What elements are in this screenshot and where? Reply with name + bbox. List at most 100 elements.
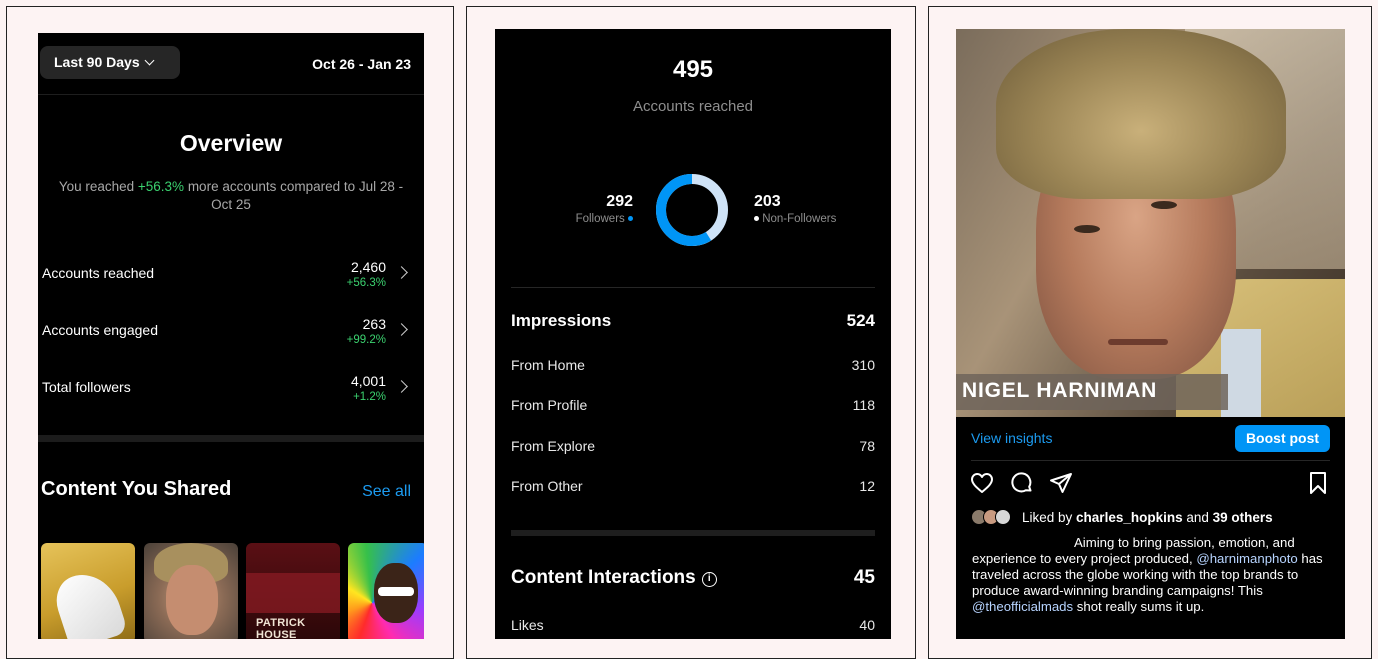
liked-by-avatars [971, 509, 1019, 527]
metric-accounts-reached[interactable]: Accounts reached 2,460 +56.3% [40, 259, 410, 293]
mouth-shape [1108, 339, 1168, 345]
source-value: 118 [852, 397, 875, 413]
overview-description: You reached +56.3% more accounts compare… [58, 178, 404, 214]
source-label: From Other [511, 478, 583, 494]
content-interactions-label: Content Interactions [511, 567, 696, 588]
liked-by-text[interactable]: Liked by charles_hopkins and 39 others [1022, 510, 1273, 525]
chevron-right-icon [395, 266, 408, 279]
content-interactions-value: 45 [853, 567, 875, 588]
impression-source-row: From Profile 118 [511, 397, 875, 419]
post-photo[interactable]: NIGEL HARNIMAN [956, 29, 1345, 417]
date-range-dropdown[interactable]: Last 90 Days [40, 46, 180, 79]
impression-source-row: From Other 12 [511, 478, 875, 500]
impression-source-row: From Home 310 [511, 357, 875, 379]
hair-shape [996, 29, 1286, 199]
content-thumbnail-sneaker[interactable] [41, 543, 135, 639]
metric-total-followers[interactable]: Total followers 4,001 +1.2% [40, 373, 410, 407]
liked-mid: and [1182, 510, 1213, 525]
metric-change: +1.2% [353, 391, 386, 403]
metric-change: +99.2% [346, 334, 386, 346]
metric-accounts-engaged[interactable]: Accounts engaged 263 +99.2% [40, 316, 410, 350]
chevron-right-icon [395, 380, 408, 393]
divider [511, 287, 875, 288]
section-divider [38, 435, 424, 442]
divider [38, 94, 424, 95]
content-interactions-row: Content Interactions i 45 [511, 567, 875, 593]
non-followers-value: 203 [754, 193, 781, 210]
desc-after: more accounts compared to Jul 28 - Oct 2… [184, 179, 404, 212]
metric-value: 263 [362, 316, 386, 332]
non-followers-dot-icon [754, 216, 759, 222]
liked-user[interactable]: charles_hopkins [1076, 510, 1183, 525]
sneaker-shape [49, 565, 129, 639]
overview-screen: Last 90 Days Oct 26 - Jan 23 Overview Yo… [38, 33, 424, 639]
followers-label: Followers [575, 213, 625, 225]
metric-label: Total followers [42, 379, 131, 395]
content-thumbnail-portrait[interactable] [144, 543, 238, 639]
reach-detail-panel: 495 Accounts reached 292 Followers 203 N… [466, 6, 916, 659]
comment-icon[interactable] [1010, 471, 1034, 495]
chevron-down-icon [144, 55, 155, 66]
metric-value: 2,460 [350, 259, 386, 275]
section-divider [511, 530, 875, 536]
likes-value: 40 [859, 617, 875, 633]
non-followers-legend: Non-Followers [754, 213, 836, 225]
metric-label: Accounts reached [42, 265, 155, 281]
metric-label: Accounts engaged [42, 322, 158, 338]
impressions-row: Impressions 524 [511, 311, 875, 333]
see-all-link[interactable]: See all [362, 483, 411, 501]
source-label: From Explore [511, 438, 596, 454]
mention-link[interactable]: @theofficialmads [972, 599, 1073, 614]
desc-before: You reached [58, 179, 138, 194]
name-overlay: NIGEL HARNIMAN [962, 379, 1158, 402]
accounts-reached-label: Accounts reached [632, 98, 754, 115]
reach-screen: 495 Accounts reached 292 Followers 203 N… [495, 29, 891, 639]
eye-shape [1074, 225, 1100, 233]
liked-others[interactable]: 39 others [1213, 510, 1273, 525]
face-shape [166, 565, 218, 635]
post-caption: Aiming to bring passion, emotion, and ex… [972, 535, 1331, 615]
content-you-shared-title: Content You Shared [41, 478, 232, 500]
content-interactions-heading: Content Interactions i [511, 567, 717, 589]
impressions-label: Impressions [511, 311, 612, 330]
metric-value: 4,001 [350, 373, 386, 389]
source-value: 310 [851, 357, 875, 373]
content-thumbnail-patrick-house[interactable]: PATRICK HOUSE [246, 543, 340, 639]
date-range-text: Oct 26 - Jan 23 [312, 56, 411, 72]
followers-donut-chart [656, 174, 728, 246]
caption-part-3: shot really sums it up. [1073, 599, 1205, 614]
info-icon[interactable]: i [701, 572, 717, 587]
likes-label: Likes [511, 617, 544, 633]
heart-icon[interactable] [970, 471, 994, 495]
liked-prefix: Liked by [1022, 510, 1077, 525]
post-panel: NIGEL HARNIMAN View insights Boost post … [928, 6, 1372, 659]
mention-link[interactable]: @harnimanphoto [1196, 551, 1297, 566]
likes-row: Likes 40 [511, 617, 875, 639]
followers-dot-icon [628, 216, 633, 222]
insights-overview-panel: Last 90 Days Oct 26 - Jan 23 Overview Yo… [6, 6, 454, 659]
bookmark-icon[interactable] [1306, 471, 1330, 495]
content-thumbnail-colorful[interactable] [348, 543, 424, 639]
overview-title: Overview [179, 130, 283, 156]
source-label: From Profile [511, 397, 588, 413]
impression-source-row: From Explore 78 [511, 438, 875, 460]
thumbnail-caption: PATRICK HOUSE [256, 617, 306, 639]
desc-percent: +56.3% [137, 179, 185, 194]
accounts-reached-value: 495 [672, 56, 714, 83]
view-insights-link[interactable]: View insights [971, 430, 1052, 446]
metric-change: +56.3% [346, 277, 386, 289]
red-band-shape [246, 573, 340, 613]
non-followers-label: Non-Followers [762, 213, 837, 225]
divider [971, 460, 1330, 461]
boost-post-button[interactable]: Boost post [1235, 425, 1330, 452]
post-screen: NIGEL HARNIMAN View insights Boost post … [956, 29, 1345, 639]
share-icon[interactable] [1049, 471, 1073, 495]
date-range-dropdown-label: Last 90 Days [54, 54, 140, 70]
glasses-shape [378, 587, 414, 596]
followers-value: 292 [606, 193, 633, 210]
source-value: 78 [859, 438, 875, 454]
eye-shape [1151, 201, 1177, 209]
avatar [995, 509, 1011, 525]
source-label: From Home [511, 357, 585, 373]
impressions-value: 524 [846, 311, 875, 330]
